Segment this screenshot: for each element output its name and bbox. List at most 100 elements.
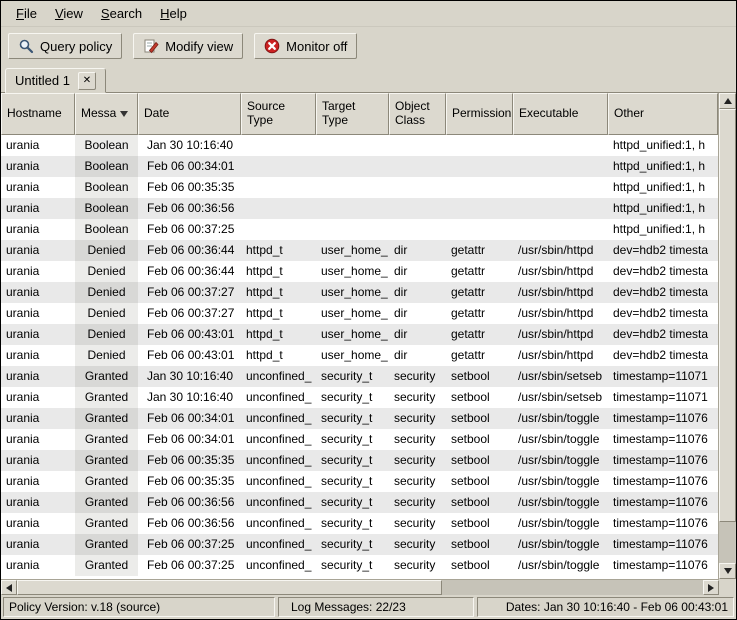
cell-object-class — [389, 135, 446, 156]
column-header-object-class[interactable]: Object Class — [389, 93, 446, 135]
cell-object-class: security — [389, 450, 446, 471]
cell-executable: /usr/sbin/toggle — [513, 492, 608, 513]
status-log-messages: Log Messages: 22/23 — [278, 597, 474, 617]
cell-messa: Granted — [75, 429, 138, 450]
log-table-main: HostnameMessaDateSource TypeTarget TypeO… — [1, 93, 718, 579]
log-row[interactable]: uraniaGrantedFeb 06 00:34:01unconfined_s… — [1, 429, 718, 450]
log-row[interactable]: uraniaGrantedJan 30 10:16:40unconfined_s… — [1, 366, 718, 387]
log-row[interactable]: uraniaDeniedFeb 06 00:36:44httpd_tuser_h… — [1, 261, 718, 282]
cell-executable: /usr/sbin/toggle — [513, 513, 608, 534]
cell-messa: Granted — [75, 366, 138, 387]
vertical-scrollbar[interactable] — [718, 93, 736, 579]
cell-hostname: urania — [1, 450, 75, 471]
log-row[interactable]: uraniaDeniedFeb 06 00:36:44httpd_tuser_h… — [1, 240, 718, 261]
cell-date: Feb 06 00:35:35 — [138, 471, 241, 492]
vertical-scroll-thumb[interactable] — [719, 109, 736, 522]
sort-descending-icon — [120, 111, 128, 117]
column-header-hostname[interactable]: Hostname — [1, 93, 75, 135]
log-row[interactable]: uraniaGrantedFeb 06 00:35:35unconfined_s… — [1, 450, 718, 471]
log-row[interactable]: uraniaGrantedJan 30 10:16:40unconfined_s… — [1, 387, 718, 408]
column-header-source-type[interactable]: Source Type — [241, 93, 316, 135]
arrow-down-icon — [724, 568, 732, 574]
cell-other: timestamp=11076 — [608, 408, 718, 429]
log-row[interactable]: uraniaBooleanJan 30 10:16:40httpd_unifie… — [1, 135, 718, 156]
scroll-left-button[interactable] — [1, 580, 17, 595]
monitor-off-button[interactable]: Monitor off — [254, 33, 357, 59]
cell-messa: Denied — [75, 282, 138, 303]
cell-permission: setbool — [446, 534, 513, 555]
log-row[interactable]: uraniaDeniedFeb 06 00:37:27httpd_tuser_h… — [1, 303, 718, 324]
status-policy-version: Policy Version: v.18 (source) — [3, 597, 275, 617]
menu-view[interactable]: View — [46, 2, 92, 25]
cell-object-class: security — [389, 366, 446, 387]
horizontal-scroll-thumb[interactable] — [17, 580, 442, 595]
policy-version-text: Policy Version: v.18 (source) — [9, 600, 160, 614]
cell-hostname: urania — [1, 408, 75, 429]
cell-permission: getattr — [446, 324, 513, 345]
log-row[interactable]: uraniaDeniedFeb 06 00:43:01httpd_tuser_h… — [1, 324, 718, 345]
cell-object-class: security — [389, 492, 446, 513]
cell-date: Feb 06 00:35:35 — [138, 177, 241, 198]
cell-permission: setbool — [446, 429, 513, 450]
log-row[interactable]: uraniaDeniedFeb 06 00:43:01httpd_tuser_h… — [1, 345, 718, 366]
arrow-left-icon — [6, 584, 12, 592]
column-header-permission[interactable]: Permission — [446, 93, 513, 135]
tab-untitled-1[interactable]: Untitled 1 ✕ — [5, 68, 106, 93]
horizontal-scrollbar-row — [1, 579, 736, 595]
column-header-messa[interactable]: Messa — [75, 93, 138, 135]
log-row[interactable]: uraniaGrantedFeb 06 00:36:56unconfined_s… — [1, 513, 718, 534]
cell-date: Feb 06 00:36:56 — [138, 492, 241, 513]
cell-target-type: security_t — [316, 471, 389, 492]
cell-date: Feb 06 00:35:35 — [138, 450, 241, 471]
cell-messa: Denied — [75, 261, 138, 282]
scroll-down-button[interactable] — [719, 563, 736, 579]
modify-view-label: Modify view — [165, 39, 233, 54]
cell-hostname: urania — [1, 471, 75, 492]
vertical-scroll-track[interactable] — [719, 109, 736, 563]
cell-other: timestamp=11076 — [608, 471, 718, 492]
log-row[interactable]: uraniaGrantedFeb 06 00:34:01unconfined_s… — [1, 408, 718, 429]
log-row[interactable]: uraniaGrantedFeb 06 00:37:25unconfined_s… — [1, 555, 718, 576]
log-row[interactable]: uraniaGrantedFeb 06 00:37:25unconfined_s… — [1, 534, 718, 555]
cell-other: timestamp=11076 — [608, 429, 718, 450]
cell-executable: /usr/sbin/httpd — [513, 324, 608, 345]
column-header-executable[interactable]: Executable — [513, 93, 608, 135]
cell-source-type: unconfined_ — [241, 387, 316, 408]
menu-search[interactable]: Search — [92, 2, 151, 25]
horizontal-scroll-track[interactable] — [17, 580, 703, 595]
column-header-other[interactable]: Other — [608, 93, 718, 135]
log-row[interactable]: uraniaDeniedFeb 06 00:37:27httpd_tuser_h… — [1, 282, 718, 303]
menu-file[interactable]: File — [7, 2, 46, 25]
cell-source-type: httpd_t — [241, 324, 316, 345]
cell-permission: setbool — [446, 492, 513, 513]
cell-other: timestamp=11071 — [608, 387, 718, 408]
cell-permission: getattr — [446, 282, 513, 303]
column-header-target-type[interactable]: Target Type — [316, 93, 389, 135]
log-row[interactable]: uraniaBooleanFeb 06 00:35:35httpd_unifie… — [1, 177, 718, 198]
query-policy-button[interactable]: Query policy — [8, 33, 122, 59]
modify-view-button[interactable]: Modify view — [133, 33, 243, 59]
log-row[interactable]: uraniaBooleanFeb 06 00:36:56httpd_unifie… — [1, 198, 718, 219]
horizontal-scrollbar[interactable] — [1, 579, 719, 595]
tab-close-button[interactable]: ✕ — [78, 72, 96, 90]
scroll-up-button[interactable] — [719, 93, 736, 109]
cell-source-type: httpd_t — [241, 345, 316, 366]
cell-permission — [446, 135, 513, 156]
scroll-right-button[interactable] — [703, 580, 719, 595]
cell-source-type — [241, 156, 316, 177]
cell-object-class: security — [389, 513, 446, 534]
cell-other: dev=hdb2 timesta — [608, 282, 718, 303]
log-row[interactable]: uraniaGrantedFeb 06 00:36:56unconfined_s… — [1, 492, 718, 513]
dates-text: Dates: Jan 30 10:16:40 - Feb 06 00:43:01 — [506, 600, 728, 614]
menu-help[interactable]: Help — [151, 2, 196, 25]
log-row[interactable]: uraniaGrantedFeb 06 00:35:35unconfined_s… — [1, 471, 718, 492]
column-header-label: Executable — [519, 107, 578, 121]
cell-other: timestamp=11076 — [608, 513, 718, 534]
column-header-date[interactable]: Date — [138, 93, 241, 135]
cell-executable: /usr/sbin/toggle — [513, 555, 608, 576]
cell-date: Feb 06 00:36:44 — [138, 240, 241, 261]
log-row[interactable]: uraniaBooleanFeb 06 00:37:25httpd_unifie… — [1, 219, 718, 240]
cell-hostname: urania — [1, 429, 75, 450]
cell-permission — [446, 156, 513, 177]
log-row[interactable]: uraniaBooleanFeb 06 00:34:01httpd_unifie… — [1, 156, 718, 177]
